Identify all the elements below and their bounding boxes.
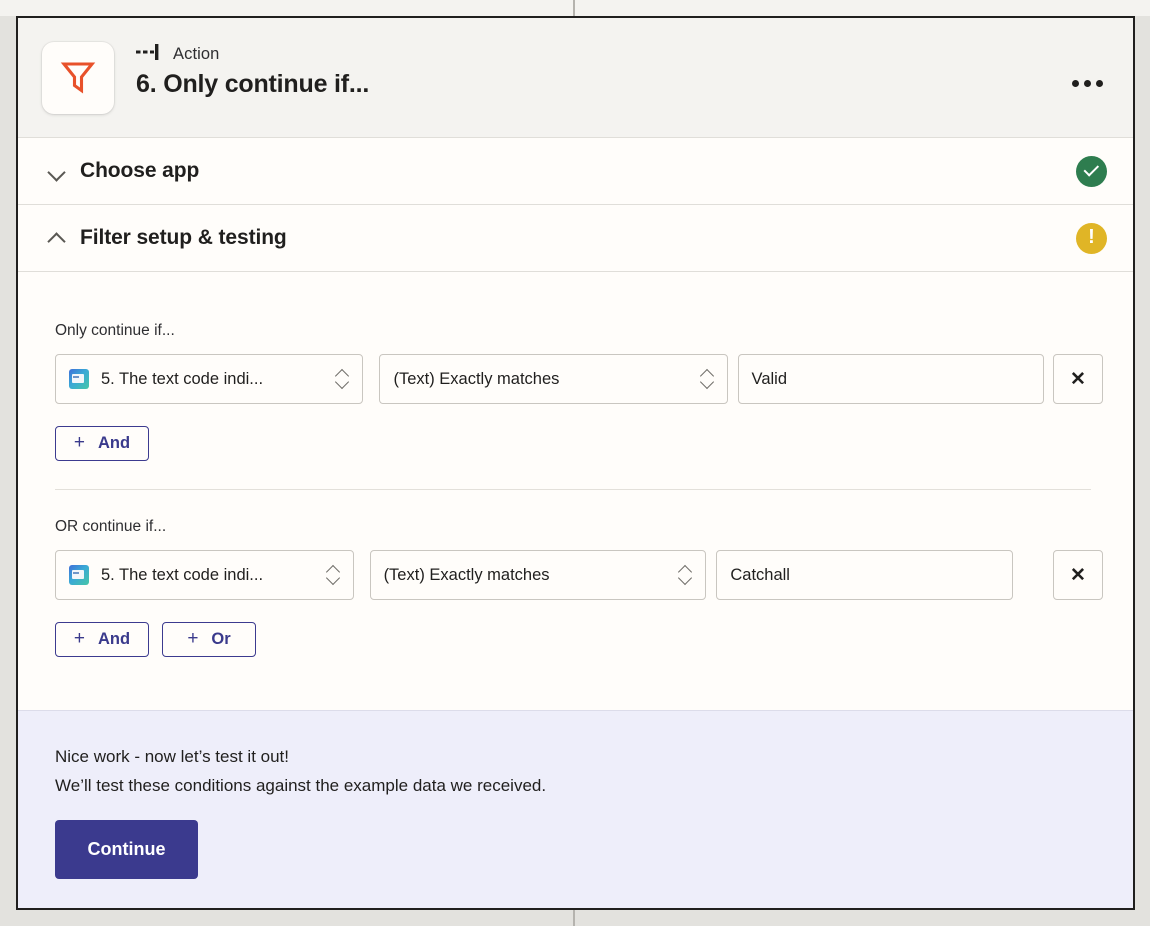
test-footer: Nice work - now let’s test it out! We’ll… [18,710,1133,908]
add-or-condition-button[interactable]: + Or [162,622,256,657]
condition-field-label: 5. The text code indi... [101,370,263,389]
add-and-condition-label: And [98,434,130,453]
add-and-condition-button[interactable]: + And [55,426,149,461]
more-options-icon[interactable] [1072,80,1103,87]
app-icon-tile [42,42,114,114]
footer-headline: Nice work - now let’s test it out! [55,747,1103,767]
section-title-choose-app: Choose app [80,159,199,183]
step-card: Action 6. Only continue if... Choose app… [16,16,1135,910]
field-select-content: 5. The text code indi... [69,369,263,389]
condition-operator-select-2[interactable]: (Text) Exactly matches [370,550,707,600]
dot [1096,80,1103,87]
node-type-row: Action [136,44,369,64]
condition-operator-select-1[interactable]: (Text) Exactly matches [379,354,727,404]
add-and-condition-label: And [98,630,130,649]
filter-setup-body: Only continue if... 5. The text code ind… [18,272,1133,710]
step-header-texts: Action 6. Only continue if... [136,42,369,99]
condition-operator-label: (Text) Exactly matches [393,370,559,389]
dot [1072,80,1079,87]
section-header-filter-setup[interactable]: Filter setup & testing ! [18,205,1133,272]
condition-row: 5. The text code indi... (Text) Exactly … [55,354,1103,404]
warning-circle-icon: ! [1076,223,1107,254]
continue-button[interactable]: Continue [55,820,198,879]
email-parser-icon [69,369,89,389]
add-condition-row-1: + And [55,426,1103,461]
condition-field-select-2[interactable]: 5. The text code indi... [55,550,354,600]
section-header-choose-app[interactable]: Choose app [18,138,1133,205]
email-parser-icon [69,565,89,585]
check-mark [1083,161,1099,177]
condition-operator-label: (Text) Exactly matches [384,566,550,585]
condition-group-or: OR continue if... 5. The text code indi.… [55,490,1103,657]
page-top-background [0,0,1150,16]
footer-subtext: We’ll test these conditions against the … [55,776,1103,796]
check-circle-icon [1076,156,1107,187]
chevron-updown-icon [335,368,349,390]
exclamation-mark: ! [1088,227,1095,247]
action-node-icon [136,44,164,65]
section-title-filter-setup: Filter setup & testing [80,226,287,250]
condition-row: 5. The text code indi... (Text) Exactly … [55,550,1103,600]
add-condition-row-2: + And + Or [55,622,1103,657]
remove-condition-button-1[interactable]: ✕ [1053,354,1103,404]
condition-field-select-1[interactable]: 5. The text code indi... [55,354,363,404]
plus-icon: + [187,629,198,648]
condition-value-input-2[interactable]: Catchall [716,550,1013,600]
condition-field-label: 5. The text code indi... [101,566,263,585]
chevron-down-icon [48,162,66,180]
plus-icon: + [74,433,85,452]
condition-value-input-1[interactable]: Valid [738,354,1044,404]
filter-funnel-icon [58,56,98,101]
remove-condition-button-2[interactable]: ✕ [1053,550,1103,600]
step-card-header: Action 6. Only continue if... [18,18,1133,138]
plus-icon: + [74,629,85,648]
dot [1084,80,1091,87]
chevron-updown-icon [700,368,714,390]
workflow-connector-line-top [573,0,575,16]
condition-group-and: Only continue if... 5. The text code ind… [55,322,1103,461]
add-or-condition-label: Or [211,630,230,649]
node-type-label: Action [173,45,219,64]
chevron-up-icon [48,229,66,247]
group-label-or-continue-if: OR continue if... [55,518,1103,536]
chevron-updown-icon [326,564,340,586]
page-title: 6. Only continue if... [136,70,369,99]
group-label-only-continue-if: Only continue if... [55,322,1103,340]
field-select-content: 5. The text code indi... [69,565,263,585]
add-and-condition-button[interactable]: + And [55,622,149,657]
chevron-updown-icon [678,564,692,586]
